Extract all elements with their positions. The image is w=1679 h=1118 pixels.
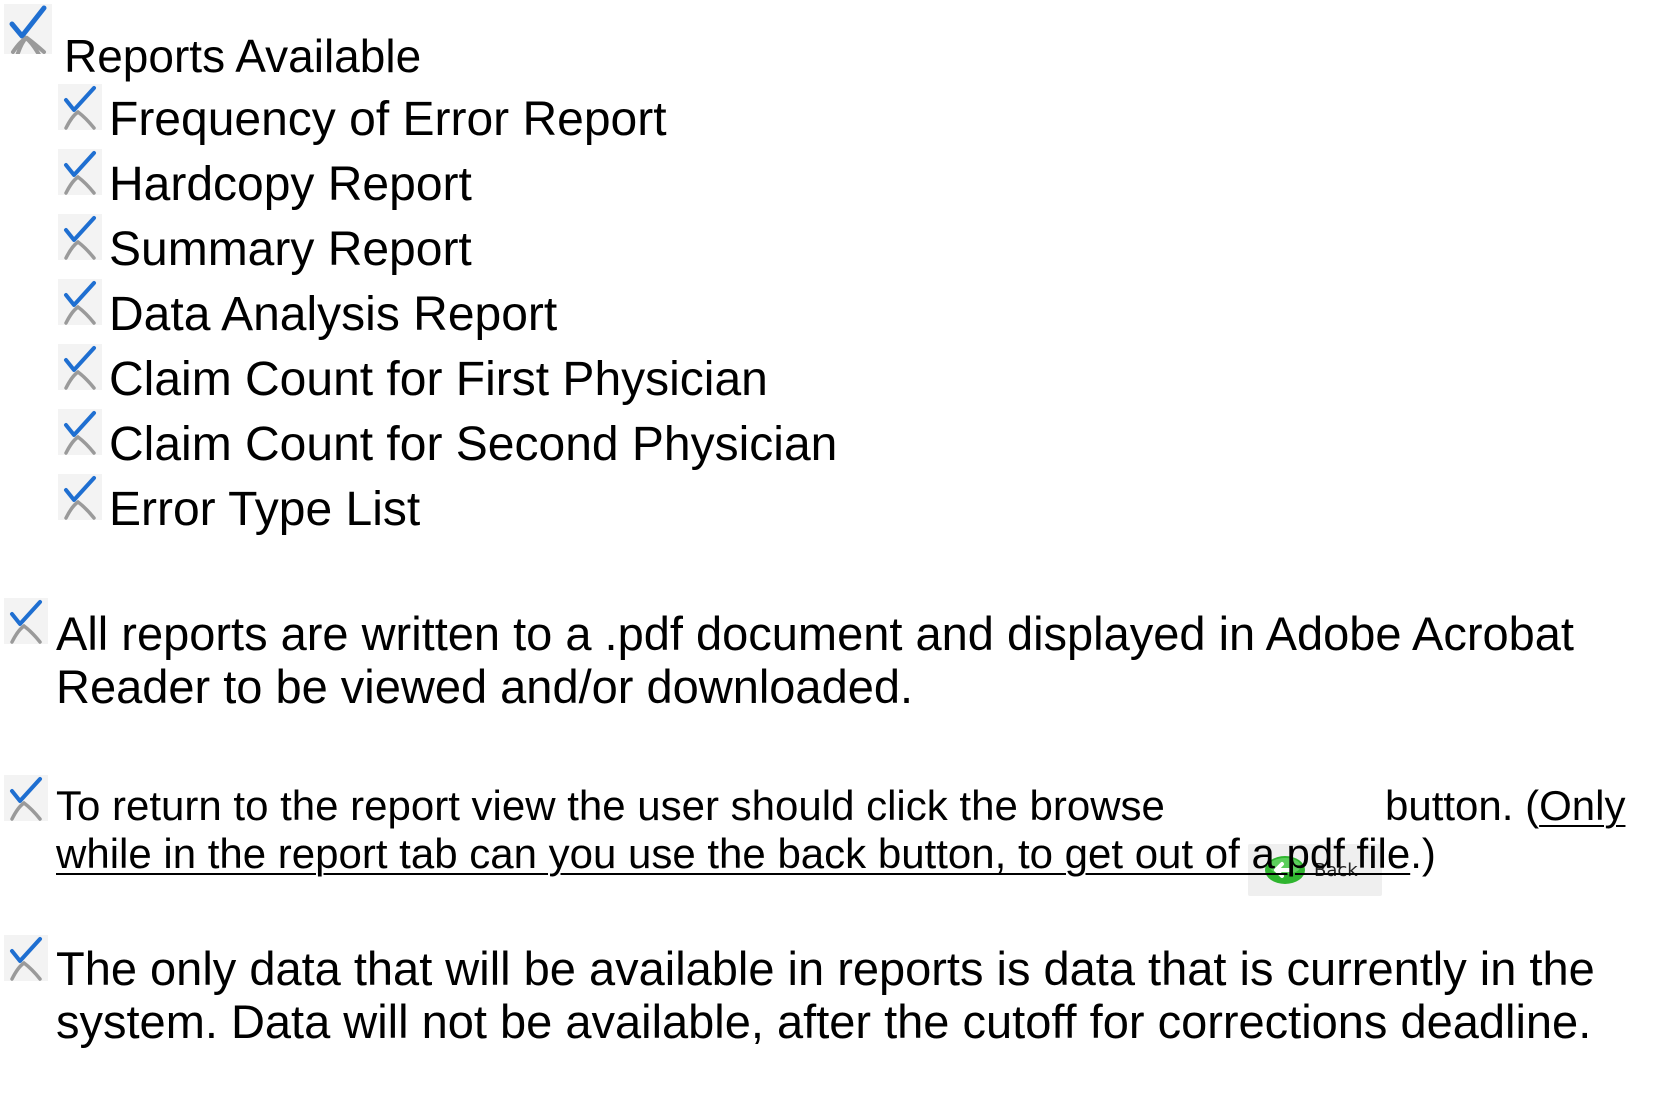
report-item: Summary Report: [109, 223, 472, 276]
report-item: Data Analysis Report: [109, 288, 558, 341]
paragraph-pdf-line-1: All reports are written to a .pdf docume…: [56, 607, 1574, 660]
paragraph-pdf-line-2: Reader to be viewed and/or downloaded.: [56, 660, 914, 713]
checkmark-figure-icon: [58, 279, 102, 325]
checkmark-figure-icon: [4, 598, 48, 644]
paragraph-back-line-1b: button. (Only: [1385, 785, 1625, 827]
checkmark-figure-icon: [58, 344, 102, 390]
checkmark-figure-icon: [58, 214, 102, 260]
paragraph-data-line-1: The only data that will be available in …: [56, 942, 1595, 995]
checkmark-figure-icon: [58, 474, 102, 520]
report-item: Hardcopy Report: [109, 158, 472, 211]
after-button-text: button. (: [1385, 782, 1540, 829]
report-item: Claim Count for First Physician: [109, 353, 768, 406]
paragraph-data-line-2: system. Data will not be available, afte…: [56, 995, 1592, 1048]
checkmark-figure-icon: [4, 935, 48, 981]
report-item: Claim Count for Second Physician: [109, 418, 838, 471]
paragraph-back-line-1a: To return to the report view the user sh…: [56, 782, 1165, 829]
underlined-only: Only: [1539, 782, 1626, 829]
checkmark-figure-icon: [58, 409, 102, 455]
report-item: Frequency of Error Report: [109, 93, 667, 146]
paragraph-back-line-2: while in the report tab can you use the …: [56, 833, 1436, 875]
checkmark-figure-icon: [4, 4, 52, 54]
checkmark-figure-icon: [4, 775, 48, 821]
reports-heading: Reports Available: [64, 30, 422, 82]
report-item: Error Type List: [109, 483, 421, 536]
checkmark-figure-icon: [58, 84, 102, 130]
underlined-note: while in the report tab can you use the …: [56, 830, 1411, 877]
note-tail: .): [1410, 830, 1436, 877]
checkmark-figure-icon: [58, 149, 102, 195]
